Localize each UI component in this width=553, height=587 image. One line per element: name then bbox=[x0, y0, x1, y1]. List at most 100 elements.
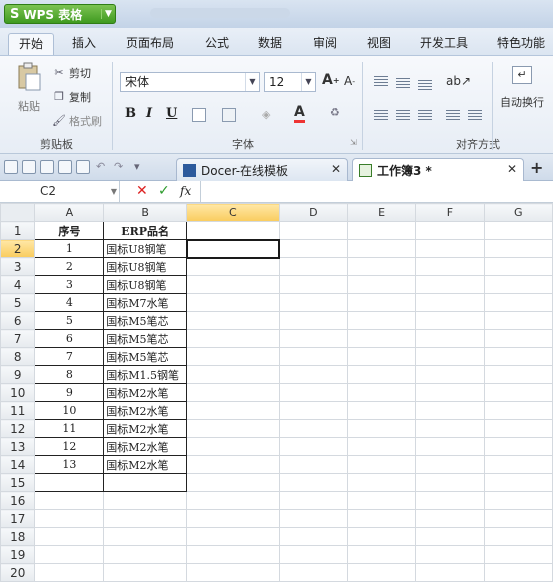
column-header-a[interactable]: A bbox=[34, 203, 105, 222]
cell[interactable]: 国标U8钢笔 bbox=[103, 275, 187, 294]
row-header[interactable]: 3 bbox=[0, 257, 36, 276]
undo-icon[interactable]: ↶ bbox=[96, 160, 105, 173]
row-header[interactable]: 2 bbox=[0, 239, 36, 258]
cell[interactable] bbox=[483, 473, 553, 492]
close-icon[interactable]: ✕ bbox=[331, 162, 341, 176]
cell[interactable] bbox=[278, 401, 348, 420]
cell[interactable] bbox=[415, 311, 485, 330]
underline-button[interactable]: U bbox=[166, 106, 177, 126]
cell[interactable]: 9 bbox=[34, 383, 105, 402]
cell[interactable] bbox=[415, 329, 485, 348]
cell[interactable] bbox=[103, 491, 187, 510]
column-header-d[interactable]: D bbox=[278, 203, 348, 222]
confirm-icon[interactable]: ✓ bbox=[158, 183, 170, 199]
cell[interactable] bbox=[483, 527, 553, 546]
save-icon[interactable] bbox=[22, 160, 36, 174]
cell[interactable] bbox=[415, 401, 485, 420]
cell[interactable] bbox=[278, 509, 348, 528]
cell[interactable] bbox=[346, 563, 417, 582]
font-name-select[interactable]: 宋体 ▼ bbox=[120, 72, 260, 92]
cell[interactable] bbox=[346, 383, 417, 402]
cell[interactable] bbox=[186, 221, 280, 240]
cell[interactable] bbox=[346, 311, 417, 330]
cell[interactable] bbox=[278, 419, 348, 438]
insert-function-button[interactable]: fx bbox=[180, 184, 191, 198]
cell[interactable] bbox=[415, 257, 485, 276]
cell[interactable] bbox=[278, 437, 348, 456]
cell[interactable] bbox=[278, 473, 348, 492]
tab-view[interactable]: 视图 bbox=[367, 34, 391, 56]
cell[interactable] bbox=[483, 275, 553, 294]
format-painter-button[interactable]: 🖌 格式刷 bbox=[52, 113, 102, 129]
cell[interactable]: 10 bbox=[34, 401, 105, 420]
column-header-e[interactable]: E bbox=[346, 203, 417, 222]
cell[interactable] bbox=[415, 455, 485, 474]
font-dialog-launcher-icon[interactable]: ⇲ bbox=[350, 138, 357, 147]
cell[interactable] bbox=[34, 473, 105, 492]
column-header-b[interactable]: B bbox=[103, 203, 187, 222]
font-size-select[interactable]: 12 ▼ bbox=[264, 72, 316, 92]
cell[interactable] bbox=[186, 455, 280, 474]
cell[interactable]: 4 bbox=[34, 293, 105, 312]
special-format-icon[interactable]: ♻ bbox=[330, 106, 340, 119]
cell[interactable] bbox=[483, 437, 553, 456]
cell[interactable] bbox=[34, 545, 105, 564]
formula-input[interactable] bbox=[200, 181, 553, 202]
close-icon[interactable]: ✕ bbox=[507, 162, 517, 176]
align-middle-icon[interactable] bbox=[396, 78, 410, 88]
cell[interactable] bbox=[278, 491, 348, 510]
cell[interactable] bbox=[415, 527, 485, 546]
column-header-c[interactable]: C bbox=[186, 203, 280, 222]
wrap-text-button[interactable]: ↵ 自动换行 bbox=[500, 66, 544, 110]
row-header[interactable]: 1 bbox=[0, 221, 36, 240]
cell[interactable] bbox=[415, 221, 485, 240]
cancel-icon[interactable]: ✕ bbox=[136, 183, 148, 199]
cell[interactable] bbox=[415, 419, 485, 438]
cell[interactable] bbox=[415, 491, 485, 510]
cell[interactable] bbox=[483, 311, 553, 330]
cell[interactable]: 国标M5笔芯 bbox=[103, 329, 187, 348]
cell[interactable]: 国标M2水笔 bbox=[103, 401, 187, 420]
cell[interactable] bbox=[278, 383, 348, 402]
cell[interactable]: 11 bbox=[34, 419, 105, 438]
cell[interactable] bbox=[278, 455, 348, 474]
cell[interactable] bbox=[483, 365, 553, 384]
cell[interactable] bbox=[483, 545, 553, 564]
increase-indent-icon[interactable] bbox=[468, 110, 482, 120]
cell[interactable] bbox=[346, 455, 417, 474]
cell[interactable] bbox=[186, 311, 280, 330]
row-header[interactable]: 7 bbox=[0, 329, 36, 348]
cell[interactable] bbox=[278, 365, 348, 384]
cell[interactable] bbox=[483, 383, 553, 402]
cell[interactable] bbox=[34, 509, 105, 528]
decrease-font-icon[interactable]: A- bbox=[344, 74, 355, 88]
redo-icon[interactable]: ↷ bbox=[114, 160, 123, 173]
cell[interactable]: 5 bbox=[34, 311, 105, 330]
align-top-icon[interactable] bbox=[374, 76, 388, 86]
align-right-icon[interactable] bbox=[418, 110, 432, 120]
cell[interactable] bbox=[346, 329, 417, 348]
folder-icon[interactable] bbox=[4, 160, 18, 174]
fill-border-icon[interactable] bbox=[222, 108, 236, 122]
cell[interactable] bbox=[103, 509, 187, 528]
cell[interactable] bbox=[34, 527, 105, 546]
tab-insert[interactable]: 插入 bbox=[72, 34, 96, 56]
cell[interactable] bbox=[346, 491, 417, 510]
cell[interactable]: 7 bbox=[34, 347, 105, 366]
tab-data[interactable]: 数据 bbox=[258, 34, 282, 56]
cell[interactable] bbox=[278, 221, 348, 240]
cell[interactable] bbox=[186, 509, 280, 528]
print-icon[interactable] bbox=[58, 160, 72, 174]
cell[interactable] bbox=[346, 347, 417, 366]
row-header[interactable]: 20 bbox=[0, 563, 36, 582]
cell[interactable] bbox=[186, 275, 280, 294]
cell[interactable] bbox=[186, 347, 280, 366]
cell[interactable] bbox=[103, 545, 187, 564]
row-header[interactable]: 14 bbox=[0, 455, 36, 474]
cell[interactable] bbox=[483, 455, 553, 474]
cell[interactable] bbox=[186, 437, 280, 456]
cell[interactable] bbox=[415, 347, 485, 366]
cell[interactable] bbox=[278, 311, 348, 330]
cell[interactable] bbox=[34, 491, 105, 510]
cell[interactable] bbox=[483, 491, 553, 510]
